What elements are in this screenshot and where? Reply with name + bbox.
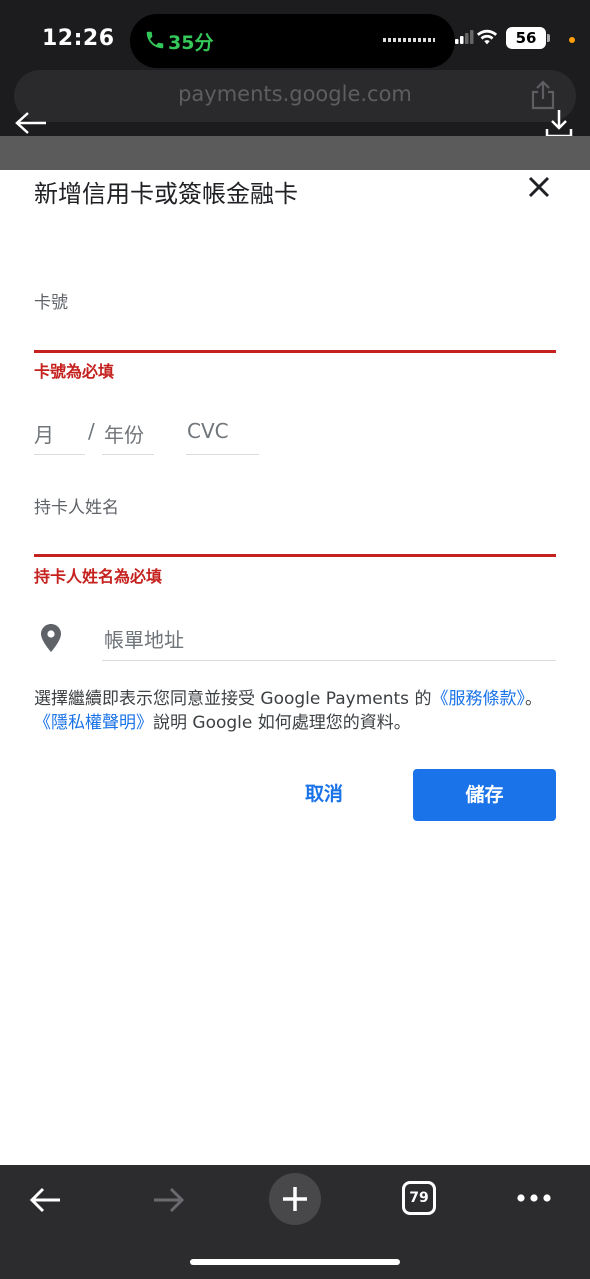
card-number-error: 卡號為必填 [34,362,115,381]
card-number-label: 卡號 [34,293,68,313]
billing-address-underline [102,660,556,661]
cardholder-name-label: 持卡人姓名 [34,498,119,518]
call-duration: 35分 [168,32,214,54]
status-time: 12:26 [42,26,115,51]
terms-prefix: 選擇繼續即表示您同意並接受 Google Payments 的 [34,689,432,709]
billing-address-field[interactable]: 帳單地址 [104,624,184,653]
privacy-policy-link[interactable]: 《隱私權聲明》 [34,713,153,733]
phone-call-icon [146,31,164,49]
dynamic-island[interactable]: 35分 [130,14,455,68]
download-icon[interactable] [544,108,574,138]
plus-icon [283,1187,307,1211]
dialog-title: 新增信用卡或簽帳金融卡 [34,180,298,208]
browser-bottom-toolbar: 79 [0,1165,590,1279]
terms-suffix: 說明 Google 如何處理您的資料。 [153,713,411,733]
wifi-icon [476,29,498,45]
battery-indicator: 56 [506,27,546,49]
expiry-year-underline [102,454,154,455]
share-icon[interactable] [530,80,556,110]
location-pin-icon [41,624,61,652]
more-options-icon[interactable] [516,1193,552,1203]
tab-switcher-button[interactable]: 79 [402,1181,436,1215]
terms-of-service-link[interactable]: 《服務條款》 [431,689,525,709]
home-indicator[interactable] [190,1259,400,1265]
cvc-underline [186,454,259,455]
cardholder-name-error: 持卡人姓名為必填 [34,567,163,586]
expiry-separator: / [88,419,95,443]
close-icon[interactable] [524,172,554,202]
privacy-indicator [569,37,575,43]
expiry-month-underline [34,454,85,455]
cvc-field[interactable]: CVC [187,419,229,443]
add-card-dialog: 新增信用卡或簽帳金融卡 卡號 卡號為必填 月 / 年份 CVC 持卡人姓名 持卡… [0,170,590,1165]
browser-top-bar: 12:26 35分 56 payments.google.com [0,0,590,138]
audio-waveform [383,38,435,42]
cardholder-name-field[interactable] [34,554,556,557]
address-bar[interactable]: payments.google.com [14,70,576,122]
new-tab-button[interactable] [269,1173,321,1225]
battery-tip [547,34,550,42]
back-arrow-icon[interactable] [14,110,48,136]
cellular-signal-icon [455,30,474,44]
terms-text: 選擇繼續即表示您同意並接受 Google Payments 的《服務條款》。《隱… [34,687,556,735]
page-backdrop [0,136,590,170]
cancel-button[interactable]: 取消 [288,769,360,819]
card-number-field[interactable] [34,350,556,353]
terms-middle: 。 [524,689,542,709]
expiry-year-field[interactable]: 年份 [104,419,144,448]
expiry-month-field[interactable]: 月 [34,419,54,448]
save-button[interactable]: 儲存 [413,769,556,821]
back-icon[interactable] [28,1185,62,1215]
forward-icon[interactable] [152,1185,186,1215]
url-text: payments.google.com [178,82,412,106]
